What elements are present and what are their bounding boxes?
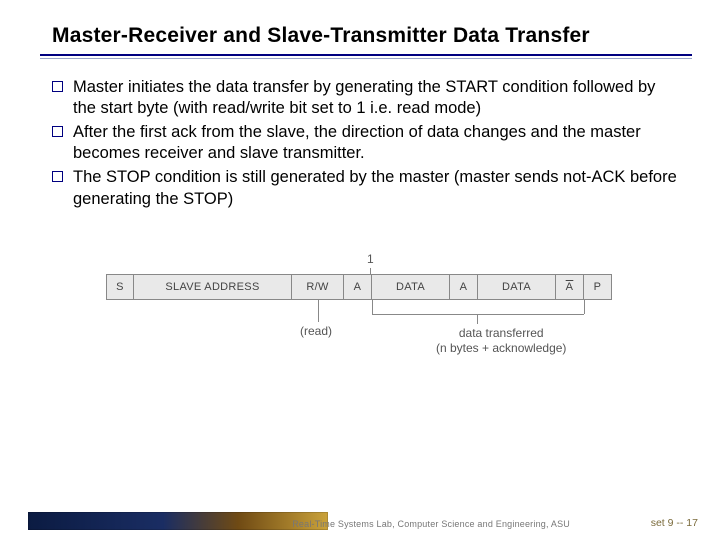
- cell-read-write: R/W: [292, 274, 344, 300]
- bullet-text: The STOP condition is still generated by…: [73, 167, 680, 209]
- slide-title: Master-Receiver and Slave-Transmitter Da…: [52, 24, 680, 48]
- brace-right-tick: [584, 300, 585, 314]
- bullet-text: Master initiates the data transfer by ge…: [73, 77, 680, 119]
- list-item: After the first ack from the slave, the …: [52, 122, 680, 164]
- title-underline: [40, 54, 692, 59]
- square-bullet-icon: [52, 126, 63, 137]
- footer-lab-text: Real-Time Systems Lab, Computer Science …: [292, 519, 570, 529]
- rw-callout-line: [318, 300, 319, 322]
- bullet-text: After the first ack from the slave, the …: [73, 122, 680, 164]
- data-transferred-label: data transferred (n bytes + acknowledge): [436, 326, 566, 356]
- slide: Master-Receiver and Slave-Transmitter Da…: [0, 0, 720, 540]
- cell-stop: P: [584, 274, 612, 300]
- cell-start: S: [106, 274, 134, 300]
- cell-ack: A: [450, 274, 478, 300]
- timing-diagram: 1 S SLAVE ADDRESS R/W A DATA A DATA A P …: [52, 252, 680, 372]
- dt-line1: data transferred: [459, 326, 544, 340]
- square-bullet-icon: [52, 171, 63, 182]
- brace-mid-tick: [477, 314, 478, 324]
- bullet-list: Master initiates the data transfer by ge…: [52, 77, 680, 210]
- brace-horizontal: [372, 314, 584, 315]
- cell-ack: A: [344, 274, 372, 300]
- diagram-body: 1 S SLAVE ADDRESS R/W A DATA A DATA A P …: [106, 252, 626, 372]
- dt-line2: (n bytes + acknowledge): [436, 341, 566, 355]
- square-bullet-icon: [52, 81, 63, 92]
- slide-footer: Real-Time Systems Lab, Computer Science …: [0, 510, 720, 530]
- cell-slave-address: SLAVE ADDRESS: [134, 274, 292, 300]
- cell-ack-bar: A: [556, 274, 584, 300]
- rw-callout-label: (read): [300, 324, 332, 338]
- list-item: Master initiates the data transfer by ge…: [52, 77, 680, 119]
- footer-page-number: set 9 -- 17: [651, 517, 698, 529]
- rule-primary: [40, 54, 692, 56]
- cell-data: DATA: [372, 274, 450, 300]
- bit-value-label: 1: [367, 252, 374, 266]
- cell-data: DATA: [478, 274, 556, 300]
- rule-secondary: [40, 58, 692, 59]
- frame-cells: S SLAVE ADDRESS R/W A DATA A DATA A P: [106, 274, 612, 300]
- list-item: The STOP condition is still generated by…: [52, 167, 680, 209]
- brace-left-tick: [372, 300, 373, 314]
- footer-decorative-bar: [28, 512, 328, 530]
